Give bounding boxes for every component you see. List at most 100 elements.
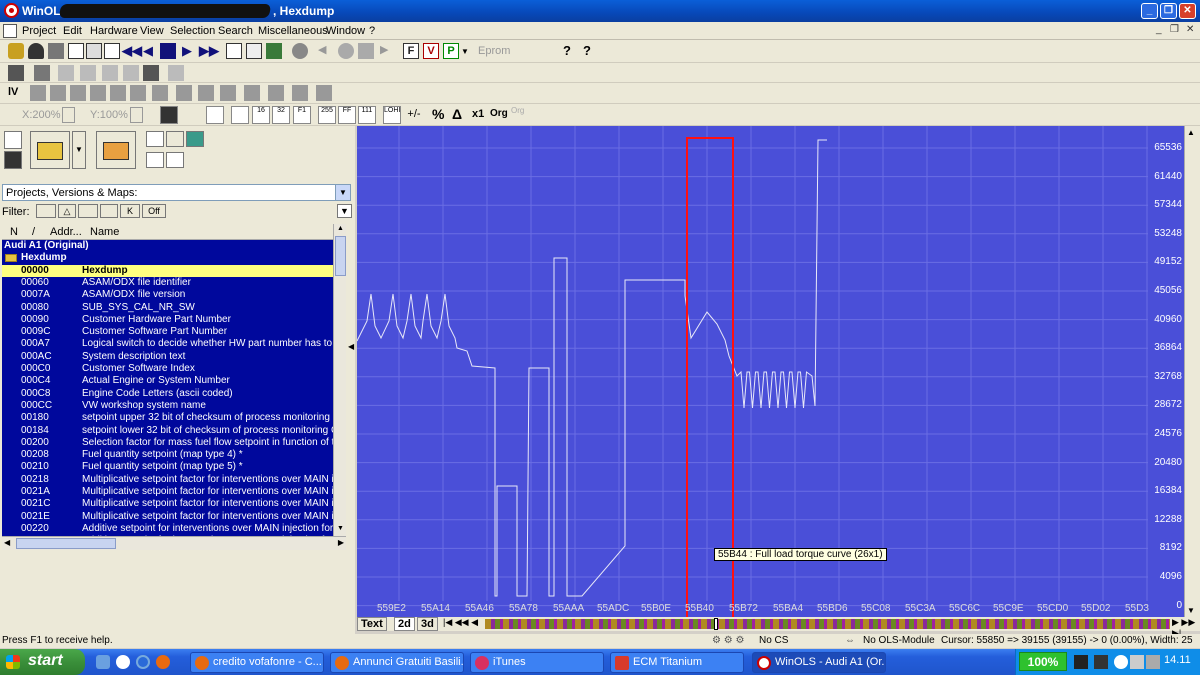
open-button[interactable] (30, 131, 70, 169)
list-item[interactable]: 0021C Multiplicative setpoint factor for … (2, 498, 333, 510)
tab-3d[interactable]: 3d (417, 617, 438, 631)
collapse-panel-icon[interactable]: ◀ (348, 336, 355, 358)
menu-miscellaneous[interactable]: Miscellaneous (258, 25, 328, 37)
zoom-icon[interactable] (90, 85, 106, 101)
find-icon[interactable] (246, 43, 262, 59)
chevron-down-icon[interactable]: ▼ (461, 47, 477, 63)
overview-position-marker[interactable] (714, 618, 718, 630)
overview-strip[interactable] (485, 619, 1170, 629)
open-dropdown-button[interactable]: ▼ (72, 131, 86, 169)
start-button[interactable]: start (0, 649, 85, 675)
context-help-icon[interactable]: ? (583, 43, 599, 59)
save-icon[interactable] (4, 151, 22, 169)
wizard-icon[interactable] (8, 43, 24, 59)
f-file-icon[interactable]: F (403, 43, 419, 59)
scroll-right-icon[interactable]: ▶ (338, 538, 344, 547)
fit-icon[interactable] (30, 85, 46, 101)
export-icon[interactable] (266, 43, 282, 59)
list-item[interactable]: 00080 SUB_SYS_CAL_NR_SW (2, 302, 333, 314)
scroll-up-icon[interactable]: ▲ (1187, 128, 1195, 137)
filter-type-icon[interactable] (78, 204, 98, 218)
filter-values-icon[interactable] (36, 204, 56, 218)
project-group-row[interactable]: Audi A1 (Original) (2, 240, 333, 252)
mdi-restore-button[interactable]: ❐ (1170, 24, 1179, 35)
new-icon[interactable] (4, 131, 22, 149)
column-slash[interactable]: / (32, 226, 35, 238)
last-icon[interactable]: ▶▶ (199, 43, 219, 59)
column-name[interactable]: Name (90, 226, 119, 238)
copy-icon[interactable] (146, 131, 164, 147)
hex-icon[interactable]: FF (338, 106, 356, 124)
winols-app-icon[interactable] (4, 3, 19, 18)
list-item[interactable]: 00184 setpoint lower 32 bit of checksum o… (2, 425, 333, 437)
show-desktop-icon[interactable] (96, 655, 110, 669)
bit8-icon[interactable] (231, 106, 249, 124)
list-scroll-thumb[interactable] (335, 236, 346, 276)
verify-icon[interactable] (102, 65, 118, 81)
y-zoom-field[interactable]: Y:100% (88, 107, 136, 123)
bit16-icon[interactable]: 16 (252, 106, 270, 124)
hexdump-graph[interactable] (357, 126, 1182, 617)
eprom-label[interactable]: Eprom (478, 45, 510, 57)
module-icon[interactable] (168, 65, 184, 81)
close-button[interactable]: ✕ (1179, 3, 1196, 19)
list-item[interactable]: 000C0 Customer Software Index (2, 363, 333, 375)
menu-edit[interactable]: Edit (63, 25, 82, 37)
write-icon[interactable] (80, 65, 96, 81)
x-zoom-field[interactable]: X:200% (20, 107, 68, 123)
chevron-down-icon[interactable]: ▼ (335, 185, 350, 200)
column-address[interactable]: Addr... (50, 226, 82, 238)
taskbar-item-annunci[interactable]: Annunci Gratuiti Basili... (330, 652, 464, 673)
grid-lines-icon[interactable] (152, 85, 168, 101)
help-icon[interactable]: ? (563, 43, 579, 59)
list-item[interactable]: 0007A ASAM/ODX file version (2, 289, 333, 301)
document-icon[interactable] (3, 24, 17, 38)
original-icon[interactable]: Org (490, 108, 512, 124)
sign-icon[interactable]: +/- (405, 106, 423, 124)
map-highlight-box[interactable] (686, 137, 734, 617)
tools-small-icon[interactable] (166, 131, 184, 147)
p-project-icon[interactable]: P (443, 43, 459, 59)
marker-icon[interactable] (220, 85, 236, 101)
list-horizontal-scrollbar[interactable]: ◀ ▶ (2, 536, 346, 550)
taskbar-item-ecm-titanium[interactable]: ECM Titanium (610, 652, 744, 673)
read-icon[interactable] (58, 65, 74, 81)
select-icon[interactable] (198, 85, 214, 101)
taskbar-item-credito[interactable]: credito vofafonre - C... (190, 652, 324, 673)
filter-triangle-icon[interactable]: △ (58, 204, 76, 218)
zoom-indicator[interactable]: 100% (1019, 652, 1067, 671)
text-mode-icon[interactable]: lV (8, 86, 24, 102)
grid-view-icon[interactable] (206, 106, 224, 124)
zoom-area-icon[interactable] (70, 85, 86, 101)
compare-icon[interactable] (244, 85, 260, 101)
options-icon[interactable] (316, 85, 332, 101)
folder-group-row[interactable]: Hexdump (2, 252, 333, 264)
list-item[interactable]: 000A7 Logical switch to decide whether HW… (2, 338, 333, 350)
next-icon[interactable]: ▶ (182, 43, 198, 59)
list-item[interactable]: 0009C Customer Software Part Number (2, 326, 333, 338)
disconnect-icon[interactable] (34, 65, 50, 81)
list-item[interactable]: 000C8 Engine Code Letters (ascii coded) (2, 388, 333, 400)
back-icon[interactable]: ◀ (318, 43, 334, 59)
chip-icon[interactable] (28, 43, 44, 59)
firefox-icon[interactable] (156, 655, 170, 669)
original-compare-icon[interactable]: Org (511, 106, 531, 122)
delta-icon[interactable]: Δ (452, 106, 468, 122)
lohi-icon[interactable]: LOHI (383, 106, 401, 124)
graph-mode-icon[interactable] (160, 106, 178, 124)
menu-window[interactable]: Window (326, 25, 365, 37)
mdi-minimize-button[interactable]: _ (1156, 24, 1162, 35)
list-hscroll-thumb[interactable] (16, 538, 116, 549)
link-icon[interactable] (338, 43, 354, 59)
overlay-icon[interactable] (292, 85, 308, 101)
monitor-icon[interactable] (1130, 655, 1144, 669)
table-icon[interactable] (104, 43, 120, 59)
cursor-icon[interactable] (176, 85, 192, 101)
maximize-button[interactable]: ❐ (1160, 3, 1177, 19)
list-item[interactable]: 00180 setpoint upper 32 bit of checksum o… (2, 412, 333, 424)
window-icon[interactable] (68, 43, 84, 59)
taskbar-item-itunes[interactable]: iTunes (470, 652, 604, 673)
windows-icon[interactable] (86, 43, 102, 59)
float-icon[interactable]: F1 (293, 106, 311, 124)
percent-icon[interactable]: % (432, 106, 448, 122)
